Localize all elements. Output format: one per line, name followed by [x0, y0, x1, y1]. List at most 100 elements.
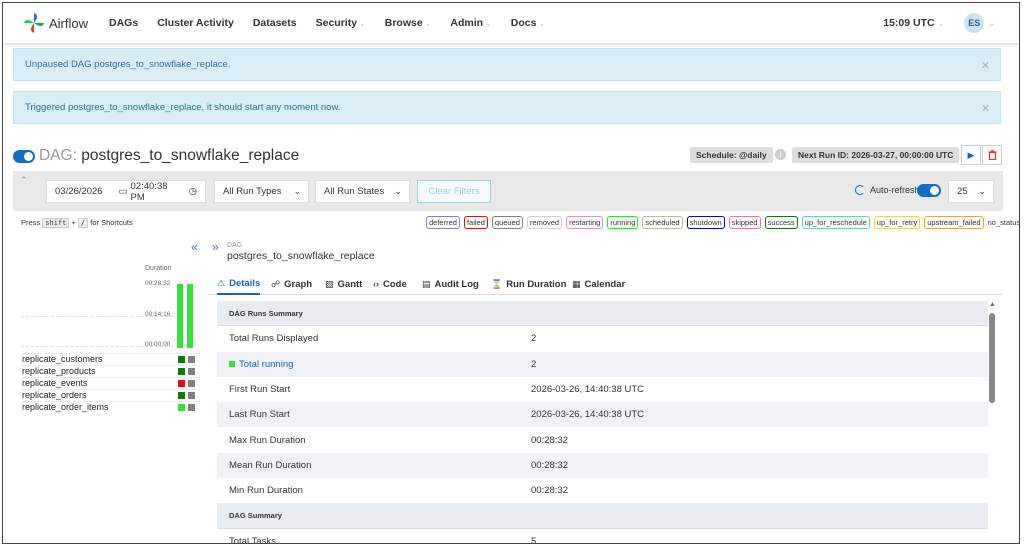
- scroll-up-icon[interactable]: ▲: [989, 301, 996, 308]
- scroll-thumb[interactable]: [989, 313, 995, 403]
- task-instance-square[interactable]: [188, 392, 195, 399]
- task-row[interactable]: replicate_orders: [20, 389, 200, 401]
- task-instance-square[interactable]: [188, 356, 195, 363]
- legend-failed[interactable]: failed: [463, 216, 488, 229]
- nav-dags[interactable]: DAGs: [109, 17, 138, 29]
- tab-details[interactable]: ⚠ Details: [217, 273, 261, 295]
- task-row[interactable]: replicate_order_items: [20, 401, 200, 413]
- nav-cluster-activity[interactable]: Cluster Activity: [157, 17, 234, 29]
- row-label: Total Runs Displayed: [217, 333, 519, 344]
- info-icon[interactable]: i: [775, 149, 786, 160]
- legend-removed[interactable]: removed: [526, 216, 563, 229]
- state-legend: deferred failed queued removed restarting run…: [426, 216, 1019, 229]
- task-instance-square[interactable]: [188, 380, 195, 387]
- legend-success[interactable]: success: [764, 216, 798, 229]
- table-row: Last Run Start 2026-03-26, 14:40:38 UTC: [217, 402, 988, 428]
- nav-docs[interactable]: Docs ⌄: [511, 17, 545, 29]
- run-type-select[interactable]: All Run Types ⌄: [214, 180, 309, 203]
- table-row: Total Tasks 5: [217, 529, 988, 543]
- avatar[interactable]: ES: [964, 13, 985, 33]
- pause-toggle[interactable]: [13, 150, 35, 163]
- tab-run-duration[interactable]: ⌛ Run Duration: [491, 273, 566, 295]
- task-name[interactable]: replicate_events: [22, 378, 88, 388]
- trigger-dag-button[interactable]: ▶: [961, 145, 981, 165]
- legend-restarting[interactable]: restarting: [566, 216, 604, 229]
- delete-dag-button[interactable]: [982, 145, 1002, 165]
- table-row: Max Run Duration 00:28:32: [217, 427, 988, 452]
- run-state-select[interactable]: All Run States ⌄: [315, 180, 410, 203]
- running-status-icon: [229, 360, 235, 367]
- collapse-filters-icon[interactable]: ⌃: [20, 175, 28, 186]
- legend-skipped[interactable]: skipped: [728, 216, 761, 229]
- run-duration-bar[interactable]: [187, 284, 193, 348]
- tab-graph[interactable]: ☍ Graph: [271, 273, 312, 295]
- nav-browse[interactable]: Browse ⌄: [385, 17, 432, 29]
- chevron-down-icon: ⌄: [394, 186, 402, 196]
- tab-audit-log[interactable]: ▤ Audit Log: [422, 273, 479, 295]
- tab-gantt[interactable]: ▧ Gantt: [325, 273, 362, 295]
- chevron-down-icon: ⌄: [988, 18, 995, 28]
- section-header: DAG Runs Summary: [217, 301, 988, 327]
- shift-key: shift: [42, 218, 70, 228]
- shortcut-suffix: for Shortcuts: [90, 218, 133, 227]
- table-row: Min Run Duration 00:28:32: [217, 478, 988, 503]
- legend-shutdown[interactable]: shutdown: [686, 216, 725, 229]
- row-label-text: Min Run Duration: [229, 485, 303, 497]
- tab-code[interactable]: ‹› Code: [373, 273, 407, 295]
- task-name[interactable]: replicate_orders: [22, 390, 87, 400]
- expand-icon[interactable]: »: [212, 240, 219, 254]
- task-name[interactable]: replicate_customers: [22, 354, 103, 364]
- browser-frame: Airflow DAGs Cluster Activity Datasets Secu…: [2, 2, 1020, 544]
- clock-menu[interactable]: 15:09 UTC ⌄: [883, 17, 944, 29]
- row-label: Last Run Start: [217, 409, 519, 420]
- task-instance-square[interactable]: [178, 404, 185, 411]
- row-label: First Run Start: [217, 384, 519, 395]
- task-row[interactable]: replicate_events: [20, 377, 200, 389]
- legend-running[interactable]: running: [607, 216, 639, 229]
- trash-icon: [988, 150, 996, 160]
- run-duration-bar[interactable]: [177, 284, 183, 348]
- task-row[interactable]: replicate_customers: [20, 353, 200, 365]
- airflow-logo[interactable]: Airflow: [23, 12, 103, 34]
- task-instance-square[interactable]: [178, 356, 185, 363]
- table-row: Total Runs Displayed 2: [217, 326, 988, 351]
- nav-label: Security: [315, 17, 358, 29]
- nav-label: Datasets: [252, 17, 297, 29]
- close-icon[interactable]: ✕: [981, 59, 990, 72]
- legend-up-for-retry[interactable]: up_for_retry: [873, 216, 921, 229]
- nav-security[interactable]: Security ⌄: [316, 17, 366, 29]
- tab-calendar[interactable]: ▦ Calendar: [572, 273, 625, 295]
- pinwheel-icon: [24, 13, 44, 33]
- nav-datasets[interactable]: Datasets: [253, 17, 297, 29]
- clear-filters-button[interactable]: Clear Filters: [417, 180, 491, 203]
- task-instance-square[interactable]: [178, 392, 185, 399]
- task-instance-square[interactable]: [188, 404, 195, 411]
- scrollbar[interactable]: ▲: [988, 301, 996, 543]
- legend-deferred[interactable]: deferred: [426, 216, 460, 229]
- legend-queued[interactable]: queued: [491, 216, 523, 229]
- legend-up-for-reschedule[interactable]: up_for_reschedule: [801, 216, 870, 229]
- nav-admin[interactable]: Admin ⌄: [450, 17, 491, 29]
- page-size-select[interactable]: 25 ⌄: [948, 180, 994, 203]
- legend-scheduled[interactable]: scheduled: [642, 216, 683, 229]
- task-instance-square[interactable]: [188, 368, 195, 375]
- row-label[interactable]: Total running: [217, 359, 519, 370]
- close-icon[interactable]: ✕: [981, 102, 990, 115]
- legend-no-status[interactable]: no_status: [987, 217, 1019, 228]
- collapse-grid-icon[interactable]: «: [191, 240, 198, 254]
- row-value: 00:28:32: [531, 459, 568, 471]
- tab-icon: ▤: [422, 278, 431, 289]
- base-date-input[interactable]: 03/26/2026 ▭ 02:40:38 PM ◷: [46, 180, 206, 203]
- task-name[interactable]: replicate_products: [22, 366, 96, 376]
- chevron-down-icon: ⌄: [424, 19, 432, 28]
- breadcrumb-dag-id[interactable]: postgres_to_snowflake_replace: [227, 250, 375, 262]
- table-row: Mean Run Duration 00:28:32: [217, 452, 988, 479]
- autorefresh-toggle[interactable]: [917, 184, 941, 197]
- legend-upstream-failed[interactable]: upstream_failed: [924, 216, 984, 229]
- row-label-text: Mean Run Duration: [229, 459, 312, 471]
- task-name[interactable]: replicate_order_items: [22, 402, 109, 412]
- task-instance-square[interactable]: [178, 368, 185, 375]
- task-instance-square[interactable]: [178, 380, 185, 387]
- tab-icon: ▦: [572, 278, 581, 289]
- task-row[interactable]: replicate_products: [20, 365, 200, 377]
